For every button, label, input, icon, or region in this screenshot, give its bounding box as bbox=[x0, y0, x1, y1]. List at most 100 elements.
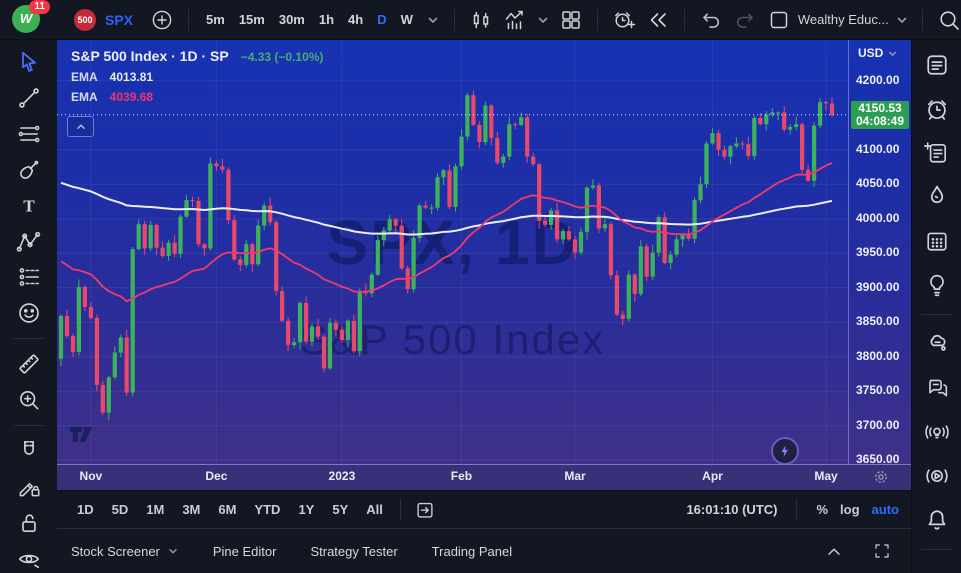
brush-tool-button[interactable] bbox=[15, 156, 43, 184]
forecast-tool-button[interactable] bbox=[15, 264, 43, 292]
range-3m[interactable]: 3M bbox=[174, 498, 208, 521]
price-axis-tick: 3650.00 bbox=[856, 452, 900, 465]
chart-pane[interactable]: SPX, 1D S&P 500 Index S&P 500 Index · 1D… bbox=[57, 40, 911, 465]
range-5y[interactable]: 5Y bbox=[324, 498, 356, 521]
xabcd-pattern-icon bbox=[16, 231, 40, 252]
panel-tab-pine-editor[interactable]: Pine Editor bbox=[213, 544, 277, 559]
bar-replay-button[interactable] bbox=[643, 5, 673, 35]
pattern-tool-button[interactable] bbox=[15, 228, 43, 256]
fib-retracement-tool-button[interactable] bbox=[15, 120, 43, 148]
alerts-button[interactable] bbox=[922, 94, 952, 124]
timeframe-5m[interactable]: 5m bbox=[200, 8, 231, 31]
text-tool-button[interactable]: T bbox=[15, 192, 43, 220]
brush-icon bbox=[19, 160, 38, 179]
gear-icon bbox=[875, 471, 887, 483]
create-alert-button[interactable] bbox=[609, 5, 639, 35]
range-6m[interactable]: 6M bbox=[210, 498, 244, 521]
economic-calendar-button[interactable] bbox=[922, 226, 952, 256]
replay-icon bbox=[650, 12, 666, 27]
measure-tool-button[interactable] bbox=[15, 350, 43, 378]
zoom-in-icon bbox=[19, 391, 38, 410]
currency-selector[interactable]: USD bbox=[858, 46, 898, 60]
emoji-tool-button[interactable] bbox=[15, 299, 43, 327]
hide-all-drawings-button[interactable] bbox=[15, 545, 43, 573]
range-ytd[interactable]: YTD bbox=[246, 498, 288, 521]
timeframe-4h[interactable]: 4h bbox=[342, 8, 369, 31]
time-axis[interactable]: Nov Dec 2023 Feb Mar Apr May bbox=[57, 465, 911, 490]
timeframe-w[interactable]: W bbox=[395, 8, 419, 31]
symbol-title[interactable]: S&P 500 Index · 1D · SP bbox=[71, 48, 229, 64]
redo-button[interactable] bbox=[730, 5, 760, 35]
cursor-tool-button[interactable] bbox=[15, 48, 43, 76]
search-button[interactable] bbox=[934, 5, 961, 35]
alarm-clock-icon bbox=[927, 100, 946, 120]
lock-all-drawings-button[interactable] bbox=[15, 509, 43, 537]
divider bbox=[796, 498, 798, 521]
tradingview-logo[interactable] bbox=[69, 426, 103, 445]
chevron-down-icon bbox=[538, 17, 548, 23]
forecast-icon bbox=[19, 268, 39, 287]
go-to-date-button[interactable] bbox=[410, 495, 440, 525]
lightning-icon bbox=[781, 445, 788, 457]
range-5d[interactable]: 5D bbox=[104, 498, 137, 521]
chart-settings-button[interactable] bbox=[872, 468, 890, 486]
quick-action-button[interactable] bbox=[771, 437, 799, 464]
timeframe-1h[interactable]: 1h bbox=[313, 8, 340, 31]
trend-line-tool-button[interactable] bbox=[15, 84, 43, 112]
range-1y[interactable]: 1Y bbox=[290, 498, 322, 521]
undo-button[interactable] bbox=[696, 5, 726, 35]
layout-grid-button[interactable] bbox=[556, 5, 586, 35]
magnet-mode-button[interactable] bbox=[15, 437, 43, 465]
log-scale-button[interactable]: log bbox=[840, 502, 860, 517]
redo-icon bbox=[736, 12, 753, 28]
layout-name[interactable]: Wealthy Educ... bbox=[798, 12, 889, 27]
chats-button[interactable] bbox=[922, 373, 952, 403]
timeframe-30m[interactable]: 30m bbox=[273, 8, 311, 31]
light-bulb-icon bbox=[929, 274, 944, 297]
streams-button[interactable] bbox=[922, 417, 952, 447]
minds-button[interactable] bbox=[922, 329, 952, 359]
live-broadcast-button[interactable] bbox=[922, 461, 952, 491]
chart-style-button[interactable] bbox=[466, 5, 496, 35]
hotlists-button[interactable] bbox=[922, 182, 952, 212]
app-logo[interactable]: W 11 bbox=[12, 0, 50, 35]
panel-expand-button[interactable] bbox=[819, 536, 849, 566]
range-all[interactable]: All bbox=[358, 498, 391, 521]
fullscreen-button[interactable] bbox=[867, 536, 897, 566]
auto-scale-button[interactable]: auto bbox=[872, 502, 899, 517]
range-1d[interactable]: 1D bbox=[69, 498, 102, 521]
lock-icon bbox=[21, 514, 36, 532]
range-1m[interactable]: 1M bbox=[138, 498, 172, 521]
indicators-button[interactable] bbox=[500, 5, 530, 35]
symbol-button[interactable]: SPX bbox=[105, 12, 133, 28]
undo-icon bbox=[703, 12, 719, 28]
panel-tab-stock-screener[interactable]: Stock Screener bbox=[71, 544, 179, 559]
watchlist-button[interactable] bbox=[922, 50, 952, 80]
panel-tab-trading-panel[interactable]: Trading Panel bbox=[432, 544, 512, 559]
indicator-row[interactable]: EMA 4013.81 bbox=[71, 70, 323, 84]
save-layout-button[interactable] bbox=[764, 5, 794, 35]
chart-panel: SPX, 1D S&P 500 Index S&P 500 Index · 1D… bbox=[57, 40, 911, 573]
panel-tab-strategy-tester[interactable]: Strategy Tester bbox=[310, 544, 397, 559]
server-clock[interactable]: 16:01:10 (UTC) bbox=[686, 502, 777, 517]
timeframe-menu-button[interactable] bbox=[423, 5, 443, 35]
news-flow-button[interactable] bbox=[922, 138, 952, 168]
flame-icon bbox=[930, 185, 943, 204]
ideas-button[interactable] bbox=[922, 270, 952, 300]
timeframe-d[interactable]: D bbox=[371, 8, 392, 31]
price-axis[interactable]: USD 4150.53 04:08:49 4200.00 4100.00 4050.… bbox=[848, 40, 911, 465]
divider bbox=[920, 314, 953, 315]
compare-add-symbol-button[interactable] bbox=[147, 5, 177, 35]
divider bbox=[683, 8, 685, 31]
notifications-button[interactable] bbox=[922, 505, 952, 535]
drawing-mode-lock-button[interactable] bbox=[15, 473, 43, 501]
timeframe-15m[interactable]: 15m bbox=[233, 8, 271, 31]
price-axis-tick: 3750.00 bbox=[856, 383, 900, 398]
layout-menu-button[interactable] bbox=[893, 5, 911, 35]
legend-collapse-button[interactable] bbox=[67, 116, 94, 137]
zoom-in-tool-button[interactable] bbox=[15, 386, 43, 414]
percent-scale-button[interactable]: % bbox=[816, 502, 828, 517]
indicators-menu-button[interactable] bbox=[534, 5, 552, 35]
time-axis-label: Dec bbox=[205, 469, 228, 483]
indicator-row[interactable]: EMA 4039.68 bbox=[71, 90, 323, 104]
